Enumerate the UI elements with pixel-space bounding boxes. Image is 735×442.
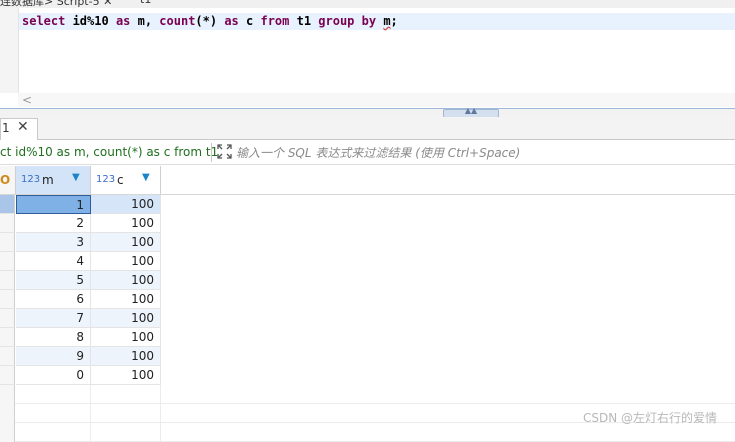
row-header[interactable] [0, 252, 15, 271]
sort-icon[interactable]: ▼ [72, 172, 80, 183]
sql-keyword: select [22, 14, 66, 28]
result-tab-strip [0, 117, 735, 140]
row-header[interactable] [0, 233, 15, 252]
cell-m[interactable]: 7 [16, 309, 91, 328]
cell-c[interactable]: 100 [91, 309, 161, 328]
editor-gutter [0, 8, 19, 93]
column-name: m [42, 173, 54, 187]
editor-horizontal-scrollbar[interactable] [18, 93, 735, 107]
cell-c[interactable]: 100 [91, 271, 161, 290]
table-row[interactable]: 9 100 [0, 347, 161, 366]
table-row[interactable]: 4 100 [0, 252, 161, 271]
row-header[interactable] [0, 290, 15, 309]
table-row[interactable]: 6 100 [0, 290, 161, 309]
filter-input[interactable] [236, 144, 731, 161]
sql-statement[interactable]: select id%10 as m, count(*) as c from t1… [22, 14, 398, 28]
table-row[interactable]: 7 100 [0, 309, 161, 328]
sql-text: (*) [195, 14, 225, 28]
sql-text: t1 [289, 14, 319, 28]
sql-text: id%10 [65, 14, 116, 28]
column-divider [90, 385, 91, 404]
sql-keyword: as [115, 14, 131, 28]
panel-splitter[interactable] [0, 108, 735, 117]
cell-m[interactable]: 2 [16, 214, 91, 233]
cell-c[interactable]: 100 [91, 347, 161, 366]
filter-divider [211, 143, 212, 162]
row-header[interactable] [0, 214, 15, 233]
row-header [0, 404, 15, 423]
cell-c[interactable]: 100 [91, 233, 161, 252]
script-tab[interactable]: 连数据库> Script-5 ✕ [0, 0, 112, 8]
cell-c[interactable]: 100 [91, 290, 161, 309]
row-header [0, 385, 15, 404]
splitter-grip-icon: ▲▲ [464, 106, 478, 115]
cell-m[interactable]: 4 [16, 252, 91, 271]
row-header[interactable] [0, 328, 15, 347]
expand-filter-icon[interactable] [216, 143, 233, 160]
cell-m[interactable]: 1 [16, 195, 91, 214]
table-row[interactable]: 2 100 [0, 214, 161, 233]
cell-m[interactable]: 9 [16, 347, 91, 366]
sql-keyword: as [224, 14, 239, 28]
cell-c[interactable]: 100 [91, 366, 161, 385]
column-divider [90, 423, 91, 442]
table-row[interactable]: 8 100 [0, 328, 161, 347]
table-row[interactable]: 0 100 [0, 366, 161, 385]
sql-text: c [238, 14, 261, 28]
sql-error-token: m [383, 14, 391, 28]
sql-keyword: from [260, 14, 290, 28]
result-grid: 1 100 2 100 3 100 4 100 5 100 6 100 7 100 8 100 … [0, 195, 735, 442]
table-tab-label: t1 [140, 0, 151, 6]
table-row[interactable]: 3 100 [0, 233, 161, 252]
cell-c[interactable]: 100 [91, 214, 161, 233]
row-header[interactable] [0, 347, 15, 366]
sql-text: m, [130, 14, 160, 28]
sql-keyword: group by [318, 14, 377, 28]
scroll-left-arrow-icon[interactable]: < [22, 93, 32, 107]
cell-c[interactable]: 100 [91, 328, 161, 347]
column-divider [160, 385, 161, 404]
filter-query-text: ct id%10 as m, count(*) as c from t1 [0, 145, 219, 159]
cell-c[interactable]: 100 [91, 195, 161, 214]
row-header[interactable] [0, 195, 15, 214]
column-divider [160, 404, 161, 423]
table-tab[interactable]: t1 [140, 0, 151, 6]
empty-grid-row [0, 385, 735, 404]
result-tab-close-icon[interactable]: ✕ [17, 119, 29, 135]
cell-m[interactable]: 5 [16, 271, 91, 290]
script-tab-label: 连数据库> Script-5 [0, 0, 100, 8]
row-header [0, 423, 15, 442]
sql-text: ; [390, 14, 398, 28]
column-header-m[interactable]: 123 m ▼ [16, 166, 91, 194]
row-header[interactable] [0, 271, 15, 290]
cell-m[interactable]: 0 [16, 366, 91, 385]
cell-m[interactable]: 8 [16, 328, 91, 347]
numeric-type-icon: 123 [21, 174, 41, 185]
editor-tab-strip: 连数据库> Script-5 ✕ t1 [0, 0, 735, 8]
table-row[interactable]: 1 100 [0, 195, 161, 214]
cell-m[interactable]: 3 [16, 233, 91, 252]
result-tab-label: 1 [2, 121, 10, 135]
grid-corner-label: O [0, 173, 11, 187]
column-name: c [117, 173, 124, 187]
watermark: CSDN @左灯右行的爱情 [583, 411, 718, 425]
row-header[interactable] [0, 366, 15, 385]
script-tab-close-icon[interactable]: ✕ [103, 0, 112, 8]
cell-m[interactable]: 6 [16, 290, 91, 309]
column-divider [90, 404, 91, 423]
sort-icon[interactable]: ▼ [142, 172, 150, 183]
cell-c[interactable]: 100 [91, 252, 161, 271]
table-row[interactable]: 5 100 [0, 271, 161, 290]
row-header[interactable] [0, 309, 15, 328]
column-divider [160, 423, 161, 442]
column-header-c[interactable]: 123 c ▼ [91, 166, 161, 194]
sql-keyword: count [159, 14, 196, 28]
numeric-type-icon: 123 [96, 174, 116, 185]
